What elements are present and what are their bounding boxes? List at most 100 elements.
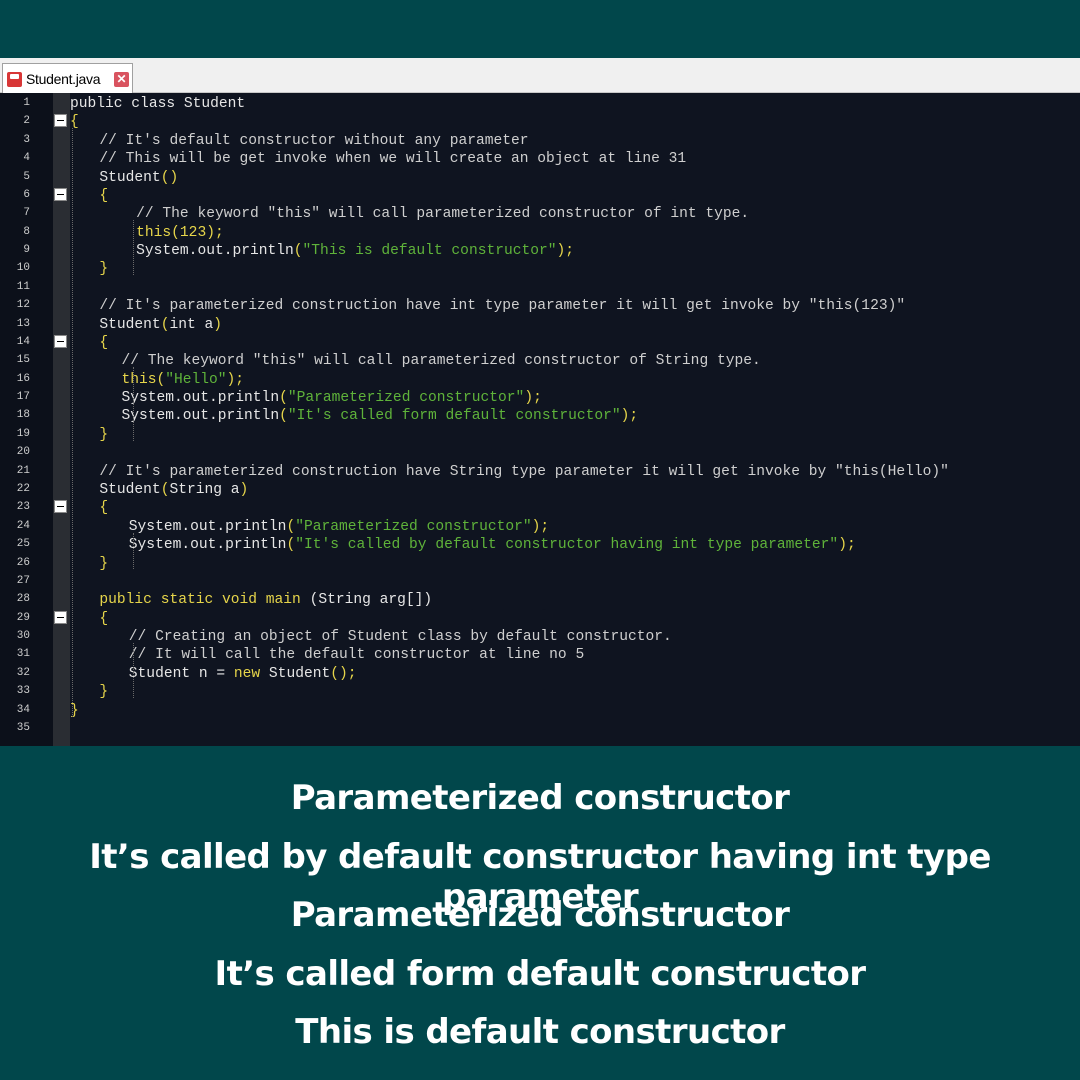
code-token: this(123); <box>136 224 224 241</box>
code-token: ); <box>531 518 550 535</box>
code-token: "It's called by default constructor havi… <box>295 537 839 554</box>
indent-guide <box>133 367 135 441</box>
code-token: } <box>99 261 109 278</box>
line-number: 27 <box>16 574 30 587</box>
output-line: Parameterized constructor <box>290 895 790 936</box>
code-text: // This will be get invoke when we will … <box>99 150 686 168</box>
line-number: 13 <box>16 317 30 330</box>
code-line: 19} <box>0 425 1080 443</box>
fold-toggle-icon[interactable] <box>54 610 67 624</box>
code-token: } <box>99 555 109 572</box>
code-token: Student n = <box>128 665 234 682</box>
indent-guide <box>133 643 135 699</box>
line-number: 24 <box>16 519 30 532</box>
code-token: // It's parameterized construction have … <box>99 463 949 480</box>
code-token: } <box>99 426 109 443</box>
code-line: 26} <box>0 554 1080 572</box>
code-token: System.out.println <box>121 408 280 425</box>
code-token: ( <box>293 243 303 260</box>
code-token: String a <box>169 481 240 498</box>
code-text: System.out.println("It's called form def… <box>121 407 638 425</box>
code-line: 13 Student(int a) <box>0 315 1080 333</box>
code-text: // The keyword "this" will call paramete… <box>136 205 749 223</box>
line-number: 1 <box>23 97 30 109</box>
code-text: Student(int a) <box>99 316 222 334</box>
code-token: public class Student <box>70 96 246 112</box>
code-token: ( <box>279 408 288 425</box>
indent-guide <box>133 220 135 276</box>
code-line: 25 System.out.println("It's called by def… <box>0 535 1080 553</box>
tab-label: Student.java <box>26 71 101 87</box>
code-token: System.out.println <box>128 537 287 554</box>
code-token: "It's called form default constructor" <box>287 408 621 425</box>
tab-bar: Student.java ✕ <box>0 58 1080 93</box>
code-token: "Parameterized constructor" <box>287 390 525 407</box>
indent-guide <box>72 128 73 717</box>
fold-toggle-icon[interactable] <box>54 500 67 514</box>
code-text: // It's default constructor without any … <box>99 132 528 150</box>
line-number: 29 <box>16 611 30 624</box>
code-token: } <box>99 684 109 701</box>
code-token: // The keyword "this" will call paramete… <box>136 206 750 223</box>
code-line: 22 Student(String a) <box>0 480 1080 498</box>
code-token: ); <box>556 243 575 260</box>
fold-toggle-icon[interactable] <box>54 114 67 128</box>
code-line: 15 // The keyword "this" will call parame… <box>0 351 1080 369</box>
java-file-icon <box>7 72 22 87</box>
code-token: ); <box>620 408 639 425</box>
code-token: ( <box>286 518 296 535</box>
code-token: public static void main <box>99 592 310 609</box>
code-token: Student <box>99 316 161 333</box>
code-line: 9 System.out.println("This is default con… <box>0 241 1080 259</box>
code-text: { <box>99 499 108 517</box>
code-token: System.out.println <box>128 518 287 535</box>
line-number: 26 <box>16 556 30 569</box>
code-line: 20 <box>0 443 1080 461</box>
code-token: this( <box>121 371 166 388</box>
line-number: 8 <box>23 225 30 238</box>
line-number: 34 <box>16 703 30 716</box>
code-token: // The keyword "this" will call paramete… <box>121 353 761 370</box>
code-token: // It's default constructor without any … <box>99 132 529 149</box>
line-number: 21 <box>16 464 30 477</box>
output-line: Parameterized constructor <box>290 778 790 818</box>
code-token: Student <box>260 665 331 682</box>
tab-student-java[interactable]: Student.java ✕ <box>2 63 133 93</box>
fold-toggle-icon[interactable] <box>54 334 67 348</box>
code-line: 28 public static void main (String arg[]) <box>0 590 1080 608</box>
close-icon[interactable]: ✕ <box>114 72 129 87</box>
code-text: } <box>99 260 108 278</box>
line-number: 15 <box>16 354 30 367</box>
code-line: 24 System.out.println("Parameterized cons… <box>0 517 1080 535</box>
line-number: 22 <box>16 482 30 495</box>
code-token: new <box>233 665 261 682</box>
code-token: ( <box>279 390 288 407</box>
code-text: } <box>99 683 108 701</box>
code-token: Student <box>99 481 161 498</box>
fold-toggle-icon[interactable] <box>54 187 67 201</box>
code-editor: Student.java ✕ 1 public class Student 2{3/… <box>0 58 1080 746</box>
code-token: ( <box>286 537 296 554</box>
code-line: 21 // It's parameterized construction hav… <box>0 462 1080 480</box>
code-text: // Creating an object of Student class b… <box>129 628 672 646</box>
code-token: // This will be get invoke when we will … <box>99 151 687 168</box>
code-line: 3 // It's default constructor without any… <box>0 131 1080 149</box>
code-area[interactable]: 1 public class Student 2{3// It's default … <box>0 93 1080 746</box>
code-token: "This is default constructor" <box>302 243 557 260</box>
code-token: System.out.println <box>121 390 280 407</box>
code-text: // It's parameterized construction have … <box>99 297 905 315</box>
code-line: 4 // This will be get invoke when we will… <box>0 149 1080 167</box>
line-number: 5 <box>23 170 30 183</box>
code-text: public class Student <box>70 95 245 113</box>
code-text: // It will call the default constructor … <box>129 646 584 664</box>
code-token: System.out.println <box>136 243 294 260</box>
code-token: ); <box>838 537 856 554</box>
code-line: 8 this(123); <box>0 223 1080 241</box>
code-line: 35 <box>0 719 1080 737</box>
code-line: 6{ <box>0 186 1080 204</box>
code-text: { <box>99 334 108 352</box>
code-line: 11 <box>0 278 1080 296</box>
line-number: 31 <box>16 648 30 661</box>
line-number: 18 <box>16 409 30 422</box>
output-line: This is default constructor <box>295 1012 785 1053</box>
